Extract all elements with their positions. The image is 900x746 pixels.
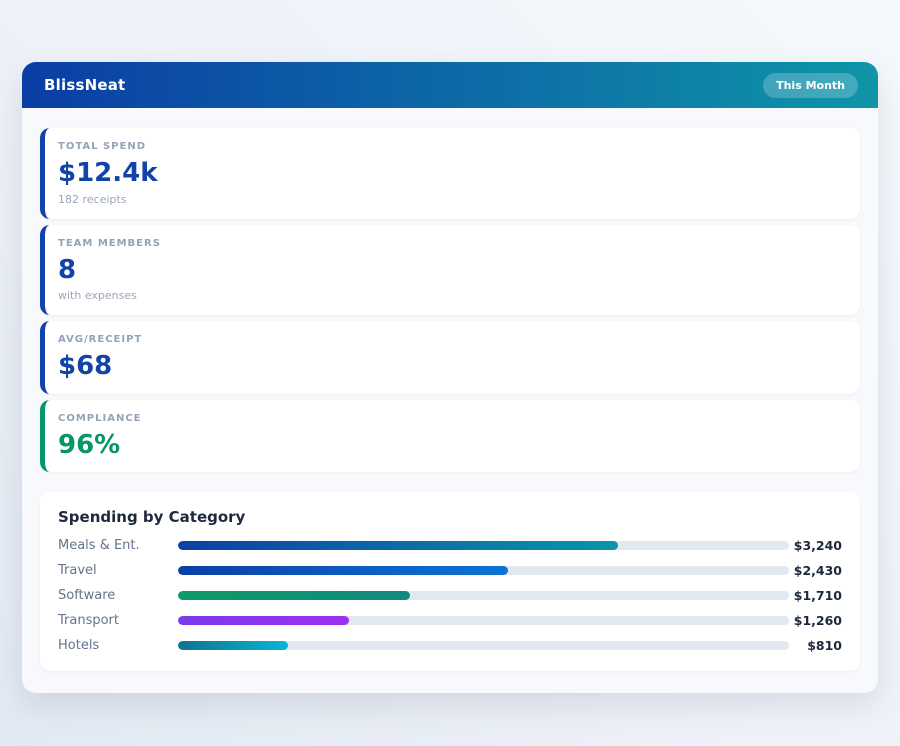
- chart-row-software: Software $1,710: [58, 583, 842, 608]
- stat-value: $68: [58, 352, 842, 381]
- chart-row-meals: Meals & Ent. $3,240: [58, 533, 842, 558]
- spending-by-category-card: Spending by Category Meals & Ent. $3,240…: [40, 492, 860, 671]
- chart-row-transport: Transport $1,260: [58, 608, 842, 633]
- bar-track: [178, 641, 789, 650]
- category-label: Hotels: [58, 638, 178, 653]
- stat-label: AVG/RECEIPT: [58, 334, 842, 345]
- category-value: $3,240: [789, 538, 842, 553]
- app-header: BlissNeat This Month: [22, 62, 878, 108]
- chart-title: Spending by Category: [58, 508, 842, 526]
- category-value: $810: [789, 638, 842, 653]
- stat-value: 8: [58, 256, 842, 285]
- stat-card-total-spend: TOTAL SPEND $12.4k 182 receipts: [40, 128, 860, 219]
- bar-track: [178, 591, 789, 600]
- panel-body: TOTAL SPEND $12.4k 182 receipts TEAM MEM…: [22, 108, 878, 693]
- stat-subtext: 182 receipts: [58, 193, 842, 206]
- app-panel: BlissNeat This Month TOTAL SPEND $12.4k …: [22, 62, 878, 693]
- bar-fill: [178, 591, 410, 600]
- chart-row-travel: Travel $2,430: [58, 558, 842, 583]
- stat-card-avg-receipt: AVG/RECEIPT $68: [40, 321, 860, 394]
- stat-label: TEAM MEMBERS: [58, 238, 842, 249]
- bar-track: [178, 616, 789, 625]
- stat-card-compliance: COMPLIANCE 96%: [40, 400, 860, 473]
- stat-card-team-members: TEAM MEMBERS 8 with expenses: [40, 225, 860, 316]
- category-label: Transport: [58, 613, 178, 628]
- stat-label: TOTAL SPEND: [58, 141, 842, 152]
- bar-track: [178, 541, 789, 550]
- category-value: $1,260: [789, 613, 842, 628]
- chart-row-hotels: Hotels $810: [58, 633, 842, 658]
- bar-fill: [178, 616, 349, 625]
- category-label: Meals & Ent.: [58, 538, 178, 553]
- stat-value: 96%: [58, 431, 842, 460]
- category-label: Software: [58, 588, 178, 603]
- bar-fill: [178, 566, 508, 575]
- bar-track: [178, 566, 789, 575]
- bar-fill: [178, 541, 618, 550]
- category-value: $2,430: [789, 563, 842, 578]
- category-value: $1,710: [789, 588, 842, 603]
- stat-subtext: with expenses: [58, 289, 842, 302]
- period-badge[interactable]: This Month: [763, 73, 858, 98]
- category-label: Travel: [58, 563, 178, 578]
- app-title: BlissNeat: [44, 76, 125, 94]
- bar-fill: [178, 641, 288, 650]
- stat-label: COMPLIANCE: [58, 413, 842, 424]
- stat-value: $12.4k: [58, 159, 842, 188]
